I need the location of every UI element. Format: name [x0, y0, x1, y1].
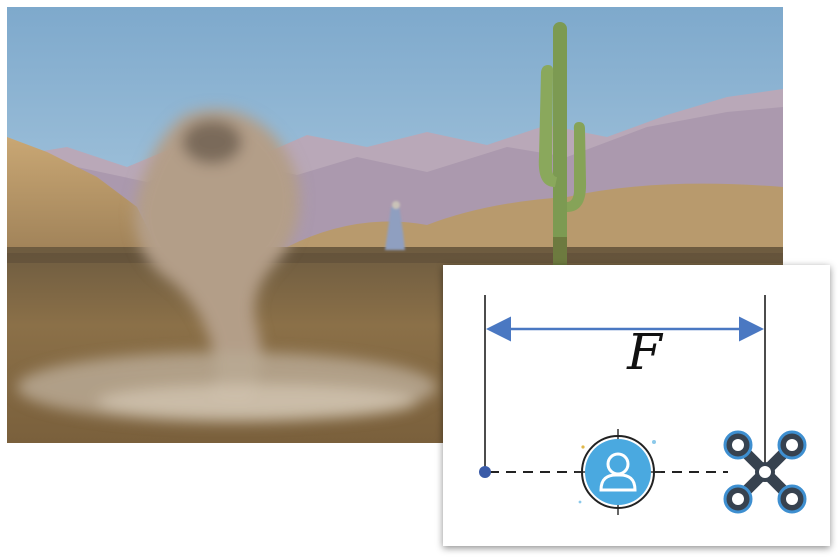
person-target-icon: [575, 429, 661, 515]
origin-dot: [479, 466, 491, 478]
distance-diagram: [479, 295, 807, 515]
distance-label-f: F: [627, 323, 662, 381]
distance-diagram-panel: F: [443, 265, 830, 546]
